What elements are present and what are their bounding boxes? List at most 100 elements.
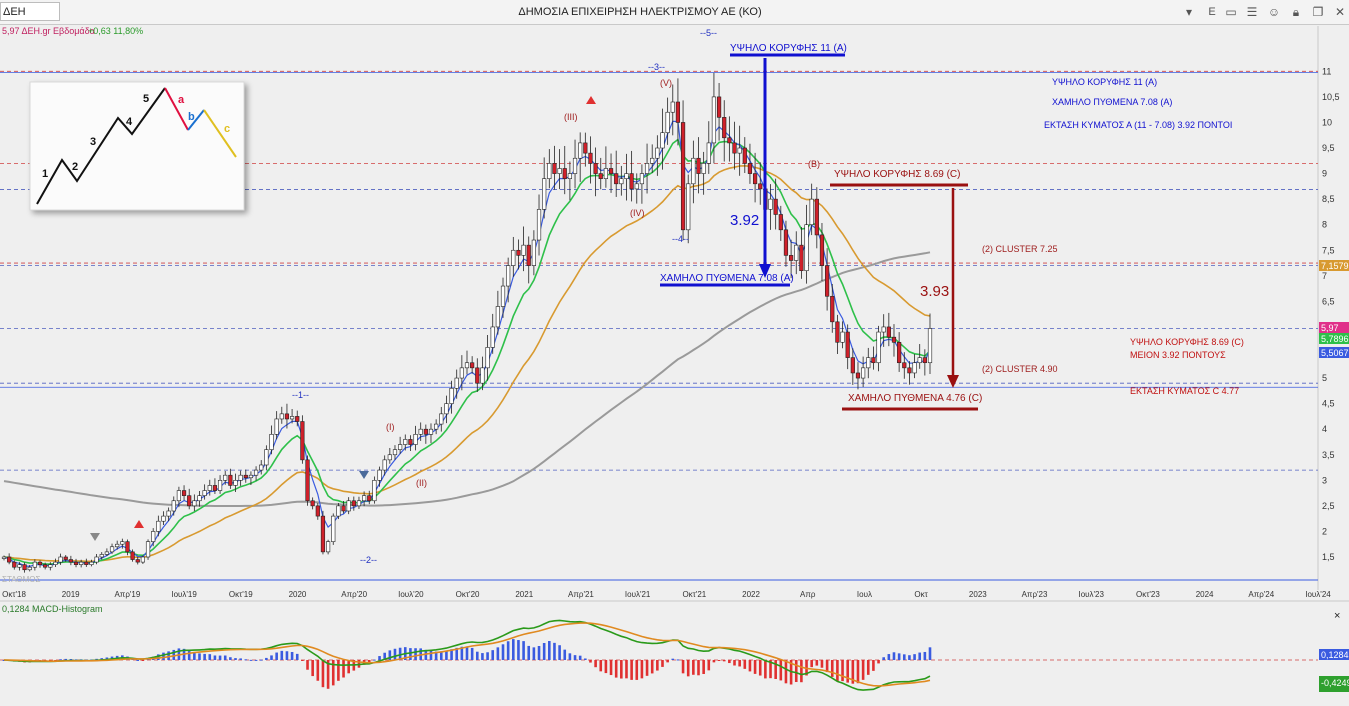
candle-body (891, 336, 897, 343)
macd-bar (681, 660, 685, 674)
macd-bar (800, 660, 803, 683)
y-tick-label: 4 (1322, 424, 1327, 434)
macd-bar (614, 660, 618, 678)
candle-body (773, 198, 778, 215)
candle-body (73, 561, 79, 565)
macd-bar (604, 660, 608, 674)
cluster-lower-label: (2) CLUSTER 4.90 (982, 364, 1058, 374)
macd-bar (229, 657, 232, 660)
macd-bar (846, 660, 849, 683)
macd-bar (311, 660, 314, 677)
y-tick-label: 7 (1322, 271, 1327, 281)
y-tick-label: 5 (1322, 373, 1327, 383)
inset-label-3: 3 (90, 136, 96, 148)
candle-body (912, 362, 917, 374)
y-tick-label: 6,5 (1322, 296, 1335, 306)
macd-bar (866, 660, 870, 675)
macd-bar (887, 654, 891, 660)
candle-body (212, 485, 218, 491)
candle-body (264, 449, 269, 466)
candle-body (660, 132, 665, 149)
y-tick-label: 7,5 (1322, 245, 1335, 255)
macd-bar (373, 659, 376, 661)
macd-hist-value: 0,1284 (1321, 650, 1349, 660)
candle-body (531, 239, 536, 266)
macd-bar (815, 660, 819, 666)
macd-bar (861, 660, 865, 680)
candle-body (22, 564, 27, 571)
x-tick-label: Απρ'24 (1248, 590, 1274, 599)
candle-body (619, 178, 624, 185)
candle-body (675, 101, 681, 123)
candle-body (794, 244, 799, 261)
candle-body (542, 178, 547, 210)
candle-body (392, 449, 398, 456)
macd-bar (599, 660, 603, 672)
candle-body (608, 168, 614, 174)
x-tick-label: Οκτ'21 (682, 590, 706, 599)
candle-body (907, 367, 912, 374)
macd-bar (640, 660, 644, 679)
y-tick-label: 4,5 (1322, 399, 1335, 409)
macd-bar (203, 653, 206, 660)
macd-bar (414, 648, 417, 660)
candle-body (423, 428, 428, 435)
candle-body (557, 168, 562, 174)
candle-body (253, 469, 259, 476)
candle-body (284, 413, 290, 420)
macd-bar (836, 660, 839, 682)
y-tick-label: 8,5 (1322, 194, 1335, 204)
macd-bar (306, 660, 309, 670)
candle-body (166, 510, 171, 517)
macd-bar (506, 641, 510, 660)
candle-body (634, 183, 639, 190)
candle-body (243, 474, 248, 479)
ma-gray-line (3, 251, 931, 507)
macd-bar (676, 659, 680, 661)
candle-body (372, 480, 377, 502)
right-note-1: ΥΨΗΛΟ ΚΟΡΥΦΗΣ 11 (A) (1052, 77, 1157, 87)
macd-bar (409, 648, 412, 660)
macd-bar (573, 655, 577, 660)
candle-body (650, 157, 655, 164)
price-info: 5,97 ΔΕΗ.gr Εβδομάδα (2, 26, 95, 36)
wave-label-I: (I) (386, 422, 395, 432)
candle-body (562, 168, 567, 179)
macd-close-icon[interactable]: × (1334, 610, 1340, 622)
candle-body (454, 377, 459, 389)
candle-body (485, 347, 490, 369)
candle-body (418, 428, 423, 435)
macd-bar (337, 660, 340, 681)
macd-bar (218, 655, 222, 660)
wave-label-1: --1-- (292, 390, 309, 400)
candle-body (367, 495, 372, 502)
x-tick-label: Απρ (800, 590, 816, 599)
candle-body (145, 541, 151, 558)
macd-bar (810, 660, 813, 668)
wave-c-arrowhead (947, 375, 959, 388)
candle-body (377, 469, 382, 481)
macd-signal-value: -0,4249 (1321, 678, 1349, 688)
macd-bar (234, 658, 237, 660)
macd-bar (784, 660, 788, 684)
candle-body (588, 152, 593, 164)
macd-bar (64, 658, 68, 660)
x-tick-label: Οκτ'19 (229, 590, 253, 599)
macd-bar (548, 641, 551, 660)
macd-bar (882, 657, 885, 660)
candle-body (825, 265, 830, 297)
macd-bar (429, 650, 433, 660)
cluster-upper-label: (2) CLUSTER 7.25 (982, 244, 1058, 254)
macd-bar (594, 660, 597, 668)
y-tick-label: 8 (1322, 220, 1327, 230)
candle-body (346, 500, 351, 512)
candle-body (788, 255, 794, 261)
macd-bar (697, 660, 700, 676)
x-tick-label: Απρ'21 (568, 590, 594, 599)
price-chart[interactable]: 5,97 ΔΕΗ.gr Εβδομάδα +0,63 11,80% 11 10,5… (0, 0, 1349, 706)
candle-body (629, 173, 634, 190)
y-tick-label: 2,5 (1322, 501, 1335, 511)
wave-label-2: --2-- (360, 555, 377, 565)
candle-body (526, 244, 531, 266)
elliott-wave-inset: 1 2 3 4 5 a b c (29, 81, 245, 211)
